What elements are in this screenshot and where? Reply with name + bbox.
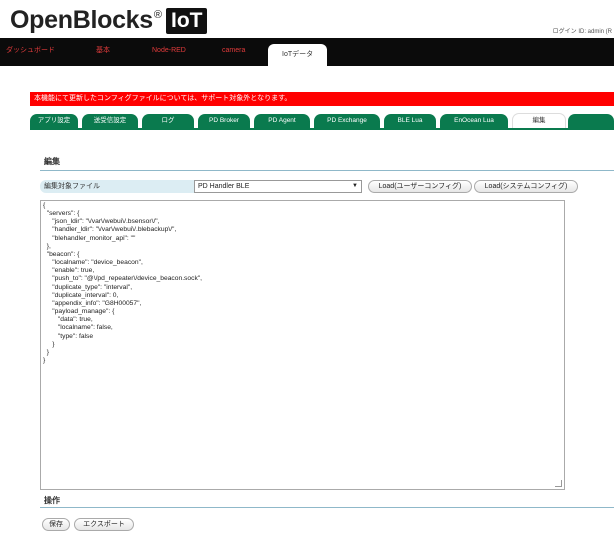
- header: OpenBlocks ® IoT ログイン ID: admin (R: [0, 0, 614, 38]
- chevron-down-icon: ▼: [352, 183, 358, 189]
- save-button[interactable]: 保存: [42, 518, 70, 531]
- openblocks-logo[interactable]: OpenBlocks ® IoT: [10, 6, 208, 35]
- tab-edit[interactable]: 編集: [512, 113, 566, 129]
- nav-item-camera[interactable]: camera: [222, 38, 245, 66]
- file-select[interactable]: PD Handler BLE ▼: [194, 180, 362, 193]
- logo-iot-badge: IoT: [165, 7, 208, 34]
- tab-pd-broker[interactable]: PD Broker: [198, 114, 250, 128]
- nav-item-dashboard[interactable]: ダッシュボード: [6, 38, 55, 66]
- logo-registered-mark: ®: [153, 8, 162, 21]
- warning-text: 本機能にて更新したコンフィグファイルについては、サポート対象外となります。: [34, 95, 292, 102]
- edit-section-divider: [40, 170, 614, 171]
- tab-ble-lua[interactable]: BLE Lua: [384, 114, 436, 128]
- file-select-value: PD Handler BLE: [198, 183, 250, 190]
- load-user-config-button[interactable]: Load(ユーザーコンフィグ): [368, 180, 472, 193]
- ops-section-title: 操作: [44, 496, 60, 505]
- tab-log[interactable]: ログ: [142, 114, 194, 128]
- nav-item-basic[interactable]: 基本: [96, 38, 110, 66]
- main-nav: ダッシュボード 基本 Node-RED camera IoTデータ: [0, 38, 614, 68]
- export-button[interactable]: エクスポート: [74, 518, 134, 531]
- config-editor[interactable]: { "servers": { "json_ldir": "\/var\/webu…: [40, 200, 565, 490]
- resize-grip-icon[interactable]: [555, 480, 562, 487]
- config-editor-content[interactable]: { "servers": { "json_ldir": "\/var\/webu…: [41, 201, 564, 366]
- tab-pd-exchange[interactable]: PD Exchange: [314, 114, 380, 128]
- login-info: ログイン ID: admin (R: [552, 29, 612, 35]
- warning-banner: 本機能にて更新したコンフィグファイルについては、サポート対象外となります。: [30, 92, 614, 106]
- nav-item-node-red[interactable]: Node-RED: [152, 38, 186, 66]
- edit-section-title: 編集: [44, 157, 60, 166]
- sub-tabs: アプリ設定 送受信設定 ログ PD Broker PD Agent PD Exc…: [30, 113, 614, 129]
- tabs-underline: [30, 128, 614, 130]
- file-select-row: 編集対象ファイル PD Handler BLE ▼ Load(ユーザーコンフィグ…: [40, 180, 614, 193]
- tab-more[interactable]: [568, 114, 614, 128]
- ops-section-divider: [40, 507, 614, 508]
- load-system-config-button[interactable]: Load(システムコンフィグ): [474, 180, 578, 193]
- tab-app-settings[interactable]: アプリ設定: [30, 114, 78, 128]
- file-label: 編集対象ファイル: [40, 180, 194, 193]
- nav-item-iot-data[interactable]: IoTデータ: [268, 44, 328, 68]
- tab-pd-agent[interactable]: PD Agent: [254, 114, 310, 128]
- logo-text: OpenBlocks: [10, 6, 153, 34]
- tab-enocean-lua[interactable]: EnOcean Lua: [440, 114, 508, 128]
- tab-transmit-settings[interactable]: 送受信設定: [82, 114, 138, 128]
